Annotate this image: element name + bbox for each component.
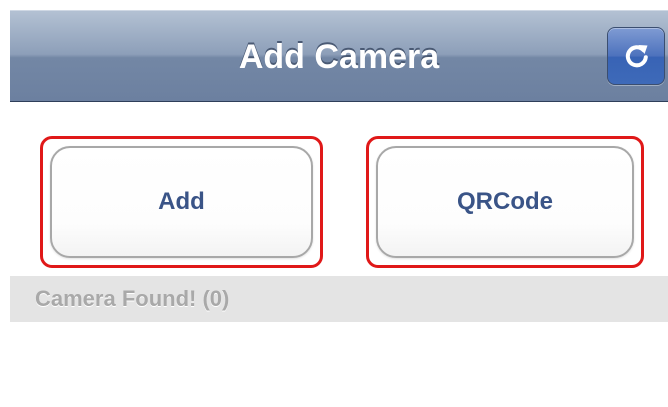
camera-found-section-header: Camera Found! (0) [10,276,668,322]
navigation-bar: Add Camera [10,10,668,102]
qrcode-button[interactable]: QRCode [376,146,634,258]
refresh-button[interactable] [607,27,665,85]
qrcode-button-label: QRCode [457,188,553,215]
refresh-icon [625,45,648,68]
add-button-label: Add [158,188,205,215]
camera-found-label: Camera Found! (0) [35,286,230,311]
add-button[interactable]: Add [50,146,313,258]
page-title: Add Camera [238,38,440,76]
